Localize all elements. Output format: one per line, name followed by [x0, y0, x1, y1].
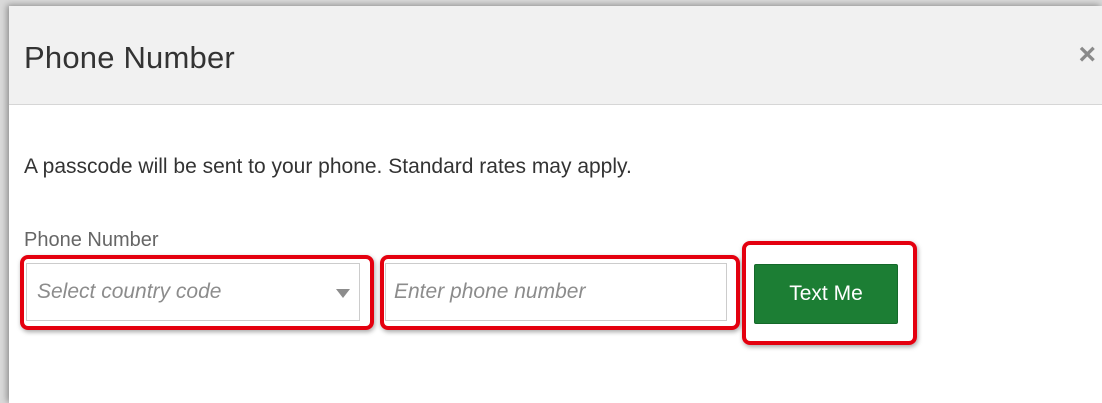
dialog-title: Phone Number	[24, 40, 235, 75]
text-me-button[interactable]: Text Me	[754, 264, 898, 324]
phone-number-input[interactable]: Enter phone number	[385, 263, 727, 321]
chevron-down-icon	[336, 289, 350, 298]
passcode-description: A passcode will be sent to your phone. S…	[24, 155, 632, 178]
country-code-placeholder: Select country code	[37, 280, 222, 303]
dialog-header: Phone Number ×	[9, 6, 1102, 105]
phone-number-placeholder: Enter phone number	[394, 280, 586, 303]
phone-number-label: Phone Number	[24, 229, 159, 251]
phone-number-dialog: Phone Number × A passcode will be sent t…	[9, 6, 1102, 403]
country-code-select[interactable]: Select country code	[26, 263, 360, 321]
close-icon[interactable]: ×	[1078, 40, 1096, 70]
